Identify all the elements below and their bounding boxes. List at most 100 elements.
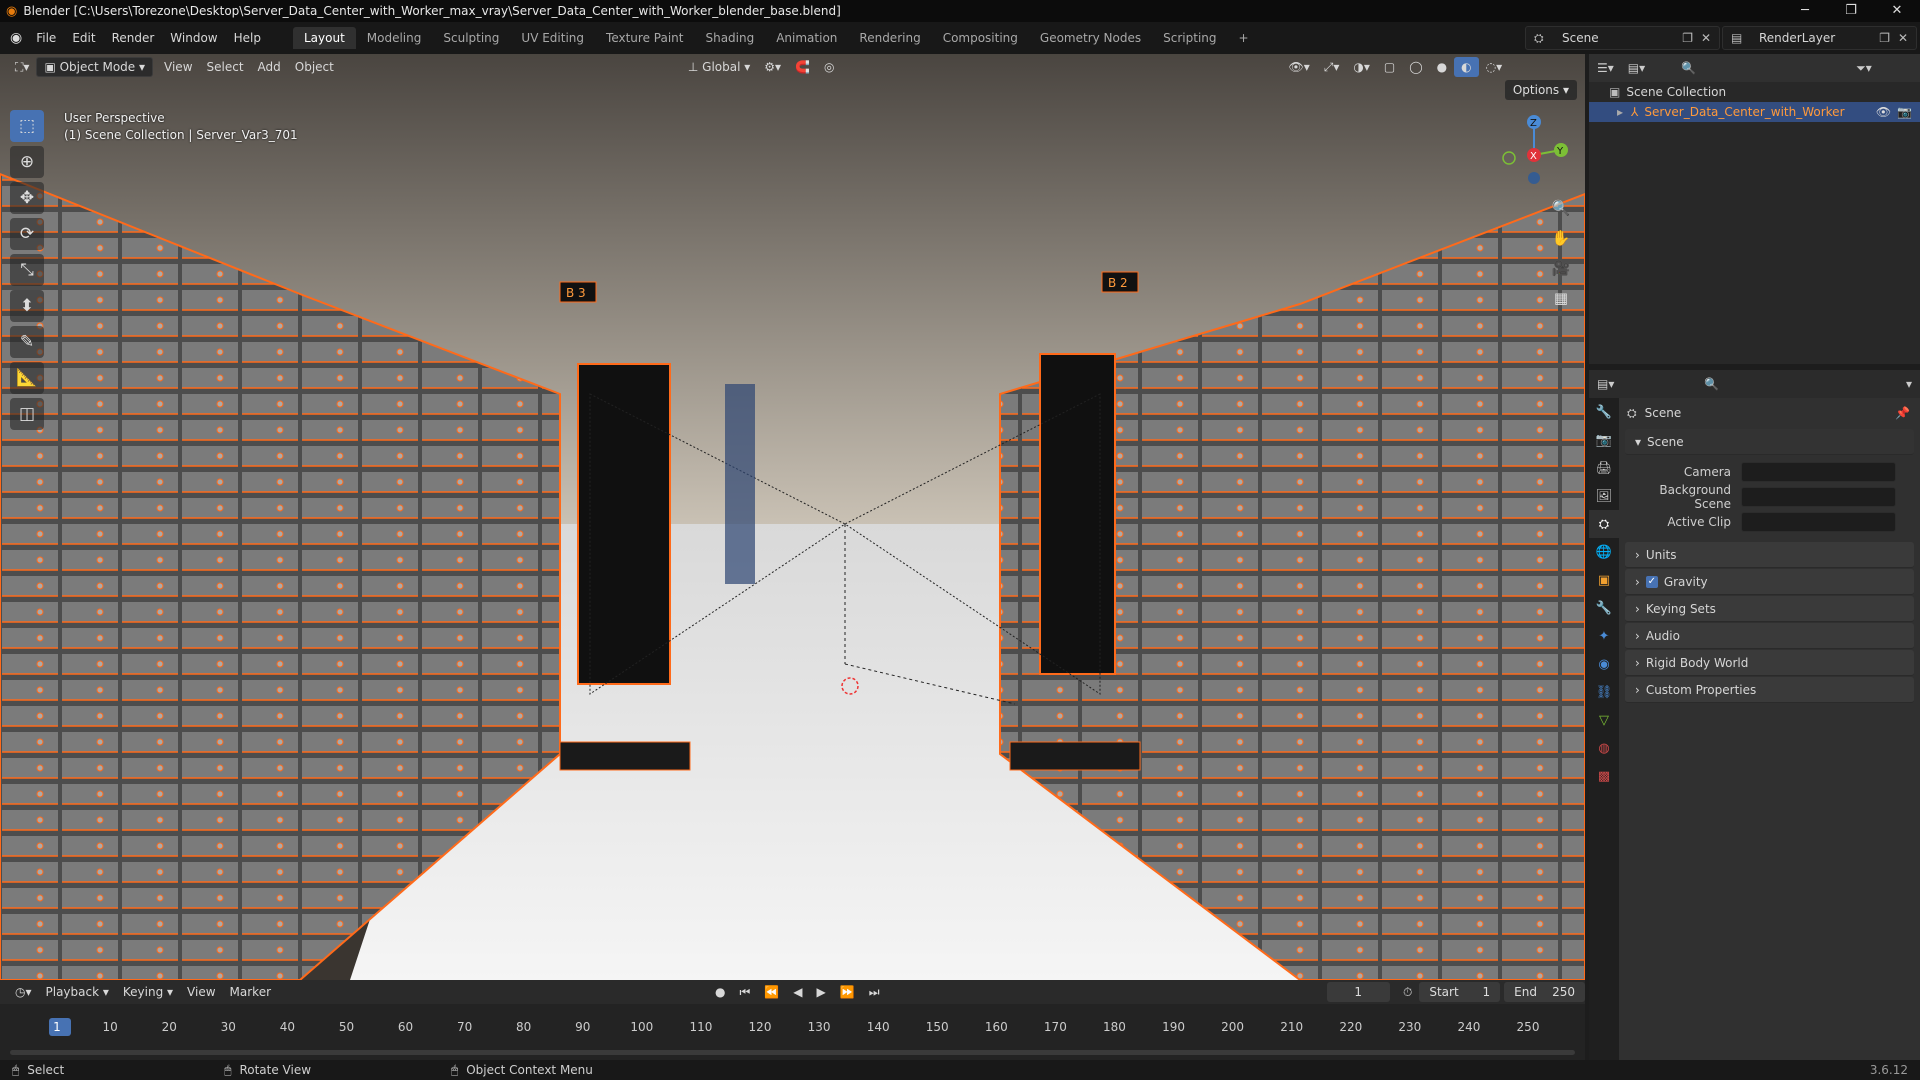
transform-tool-icon[interactable]: ⬍ (10, 290, 44, 322)
jump-start-icon[interactable]: ⏮ (733, 982, 758, 1002)
disable-render-camera-icon[interactable]: 📷 (1897, 105, 1912, 119)
timeline-scrollbar[interactable] (10, 1050, 1575, 1055)
texture-tab-icon[interactable]: ▩ (1589, 762, 1619, 790)
tab-scripting[interactable]: Scripting (1152, 27, 1227, 49)
properties-options-icon[interactable]: ▾ (1906, 377, 1912, 391)
close-button[interactable]: ✕ (1874, 0, 1920, 22)
tab-layout[interactable]: Layout (292, 27, 356, 49)
pivot-icon[interactable]: ⚙▾ (757, 57, 788, 77)
snap-icon[interactable]: 🧲 (788, 57, 817, 77)
perspective-grid-icon[interactable]: ▦ (1547, 284, 1575, 312)
menu-edit[interactable]: Edit (64, 31, 103, 45)
world-tab-icon[interactable]: 🌐 (1589, 538, 1619, 566)
new-layer-icon[interactable]: ❐ (1879, 31, 1890, 45)
units-panel[interactable]: › Units (1625, 542, 1914, 568)
camera-view-icon[interactable]: 🎥 (1547, 254, 1575, 282)
visibility-icon[interactable]: 👁▾ (1282, 57, 1317, 77)
3d-viewport[interactable]: B 3 B 2 ⛶▾ ▣ Object Mode ▾ View Select A… (0, 54, 1585, 980)
gizmo-toggle-icon[interactable]: ⤢▾ (1317, 57, 1347, 77)
view-layer-tab-icon[interactable]: 🖼 (1589, 482, 1619, 510)
camera-field[interactable] (1741, 461, 1896, 482)
transform-orientation-dropdown[interactable]: ⊥ Global ▾ (681, 57, 757, 77)
outliner-display-mode-icon[interactable]: ▤▾ (1628, 61, 1645, 75)
gravity-panel[interactable]: › ✓ Gravity (1625, 569, 1914, 595)
preview-range-icon[interactable]: ⏱ (1396, 982, 1419, 1002)
menu-marker[interactable]: Marker (223, 982, 278, 1002)
keying-sets-panel[interactable]: › Keying Sets (1625, 596, 1914, 622)
add-cube-tool-icon[interactable]: ◫ (10, 398, 44, 430)
audio-panel[interactable]: › Audio (1625, 623, 1914, 649)
custom-properties-panel[interactable]: › Custom Properties (1625, 677, 1914, 703)
menu-render[interactable]: Render (104, 31, 163, 45)
annotate-tool-icon[interactable]: ✎ (10, 326, 44, 358)
tool-tab-icon[interactable]: 🔧 (1589, 398, 1619, 426)
menu-playback[interactable]: Playback ▾ (39, 982, 116, 1002)
options-dropdown[interactable]: Options ▾ (1504, 80, 1577, 100)
object-tab-icon[interactable]: ▣ (1589, 566, 1619, 594)
blender-menu-icon[interactable]: ◉ (10, 30, 22, 46)
pin-icon[interactable]: 📌 (1895, 406, 1910, 420)
navigation-gizmo[interactable]: Z X Y (1489, 110, 1579, 200)
menu-window[interactable]: Window (162, 31, 225, 45)
scene-selector[interactable]: ⛭ Scene ❐ ✕ (1525, 26, 1720, 50)
prev-keyframe-icon[interactable]: ⏪ (757, 982, 786, 1002)
end-frame-field[interactable]: End 250 (1504, 982, 1585, 1002)
next-keyframe-icon[interactable]: ⏩ (833, 982, 862, 1002)
play-reverse-icon[interactable]: ◀ (786, 982, 809, 1002)
timeline-menu-view[interactable]: View (180, 982, 222, 1002)
properties-search-icon[interactable]: 🔍 (1704, 377, 1719, 391)
shading-solid-icon[interactable]: ● (1430, 57, 1454, 77)
move-tool-icon[interactable]: ✥ (10, 182, 44, 214)
cursor-tool-icon[interactable]: ⊕ (10, 146, 44, 178)
physics-tab-icon[interactable]: ◉ (1589, 650, 1619, 678)
scene-panel-header[interactable]: ▾ Scene (1625, 429, 1914, 455)
restore-button[interactable]: ❐ (1828, 0, 1874, 22)
shading-rendered-icon[interactable]: ◌▾ (1479, 57, 1510, 77)
add-workspace-button[interactable]: + (1228, 27, 1260, 49)
overlay-toggle-icon[interactable]: ◑▾ (1346, 57, 1377, 77)
hide-in-viewport-eye-icon[interactable]: 👁 (1876, 105, 1891, 119)
material-tab-icon[interactable]: ◍ (1589, 734, 1619, 762)
constraints-tab-icon[interactable]: ⛓ (1589, 678, 1619, 706)
outliner-item-server[interactable]: ▸ ⅄ Server_Data_Center_with_Worker 👁 📷 (1589, 102, 1920, 122)
zoom-icon[interactable]: 🔍 (1547, 194, 1575, 222)
modifiers-tab-icon[interactable]: 🔧 (1589, 594, 1619, 622)
scene-tab-icon[interactable]: ⛭ (1589, 510, 1619, 538)
background-scene-field[interactable] (1741, 486, 1896, 507)
rotate-tool-icon[interactable]: ⟳ (10, 218, 44, 250)
menu-help[interactable]: Help (226, 31, 269, 45)
menu-select[interactable]: Select (200, 57, 251, 77)
scale-tool-icon[interactable]: ⤡ (10, 254, 44, 286)
shading-wireframe-icon[interactable]: ◯ (1402, 57, 1429, 77)
outliner-filter-icon[interactable]: ⏷▾ (1856, 61, 1872, 76)
delete-scene-icon[interactable]: ✕ (1701, 31, 1711, 45)
delete-layer-icon[interactable]: ✕ (1898, 31, 1908, 45)
render-layer-selector[interactable]: ▤ RenderLayer ❐ ✕ (1722, 26, 1917, 50)
tab-geometry-nodes[interactable]: Geometry Nodes (1029, 27, 1152, 49)
frame-ruler[interactable]: 1 10 20 30 40 50 60 70 80 90 100 110 120 130 140 150 160… (0, 1016, 1585, 1040)
tab-modeling[interactable]: Modeling (356, 27, 433, 49)
render-tab-icon[interactable]: 📷 (1589, 426, 1619, 454)
tab-compositing[interactable]: Compositing (932, 27, 1029, 49)
particles-tab-icon[interactable]: ✦ (1589, 622, 1619, 650)
outliner-scene-collection[interactable]: ▣ Scene Collection (1589, 82, 1920, 102)
select-box-tool-icon[interactable]: ⬚ (10, 110, 44, 142)
tab-rendering[interactable]: Rendering (848, 27, 931, 49)
current-frame-field[interactable]: 1 (1326, 982, 1390, 1002)
output-tab-icon[interactable]: 🖨 (1589, 454, 1619, 482)
timeline-editor-icon[interactable]: ◷▾ (8, 982, 39, 1002)
minimize-button[interactable]: ─ (1782, 0, 1828, 22)
object-mode-dropdown[interactable]: ▣ Object Mode ▾ (36, 57, 154, 77)
xray-icon[interactable]: ▢ (1377, 57, 1402, 77)
menu-add[interactable]: Add (251, 57, 288, 77)
proportional-edit-icon[interactable]: ◎ (817, 57, 841, 77)
tab-shading[interactable]: Shading (694, 27, 765, 49)
start-frame-field[interactable]: Start 1 (1419, 982, 1501, 1002)
outliner-editor-icon[interactable]: ☰▾ (1597, 61, 1614, 75)
play-icon[interactable]: ▶ (810, 982, 833, 1002)
tab-animation[interactable]: Animation (765, 27, 848, 49)
pan-hand-icon[interactable]: ✋ (1547, 224, 1575, 252)
record-icon[interactable]: ● (708, 982, 732, 1002)
gravity-checkbox[interactable]: ✓ (1645, 575, 1658, 588)
data-tab-icon[interactable]: ▽ (1589, 706, 1619, 734)
